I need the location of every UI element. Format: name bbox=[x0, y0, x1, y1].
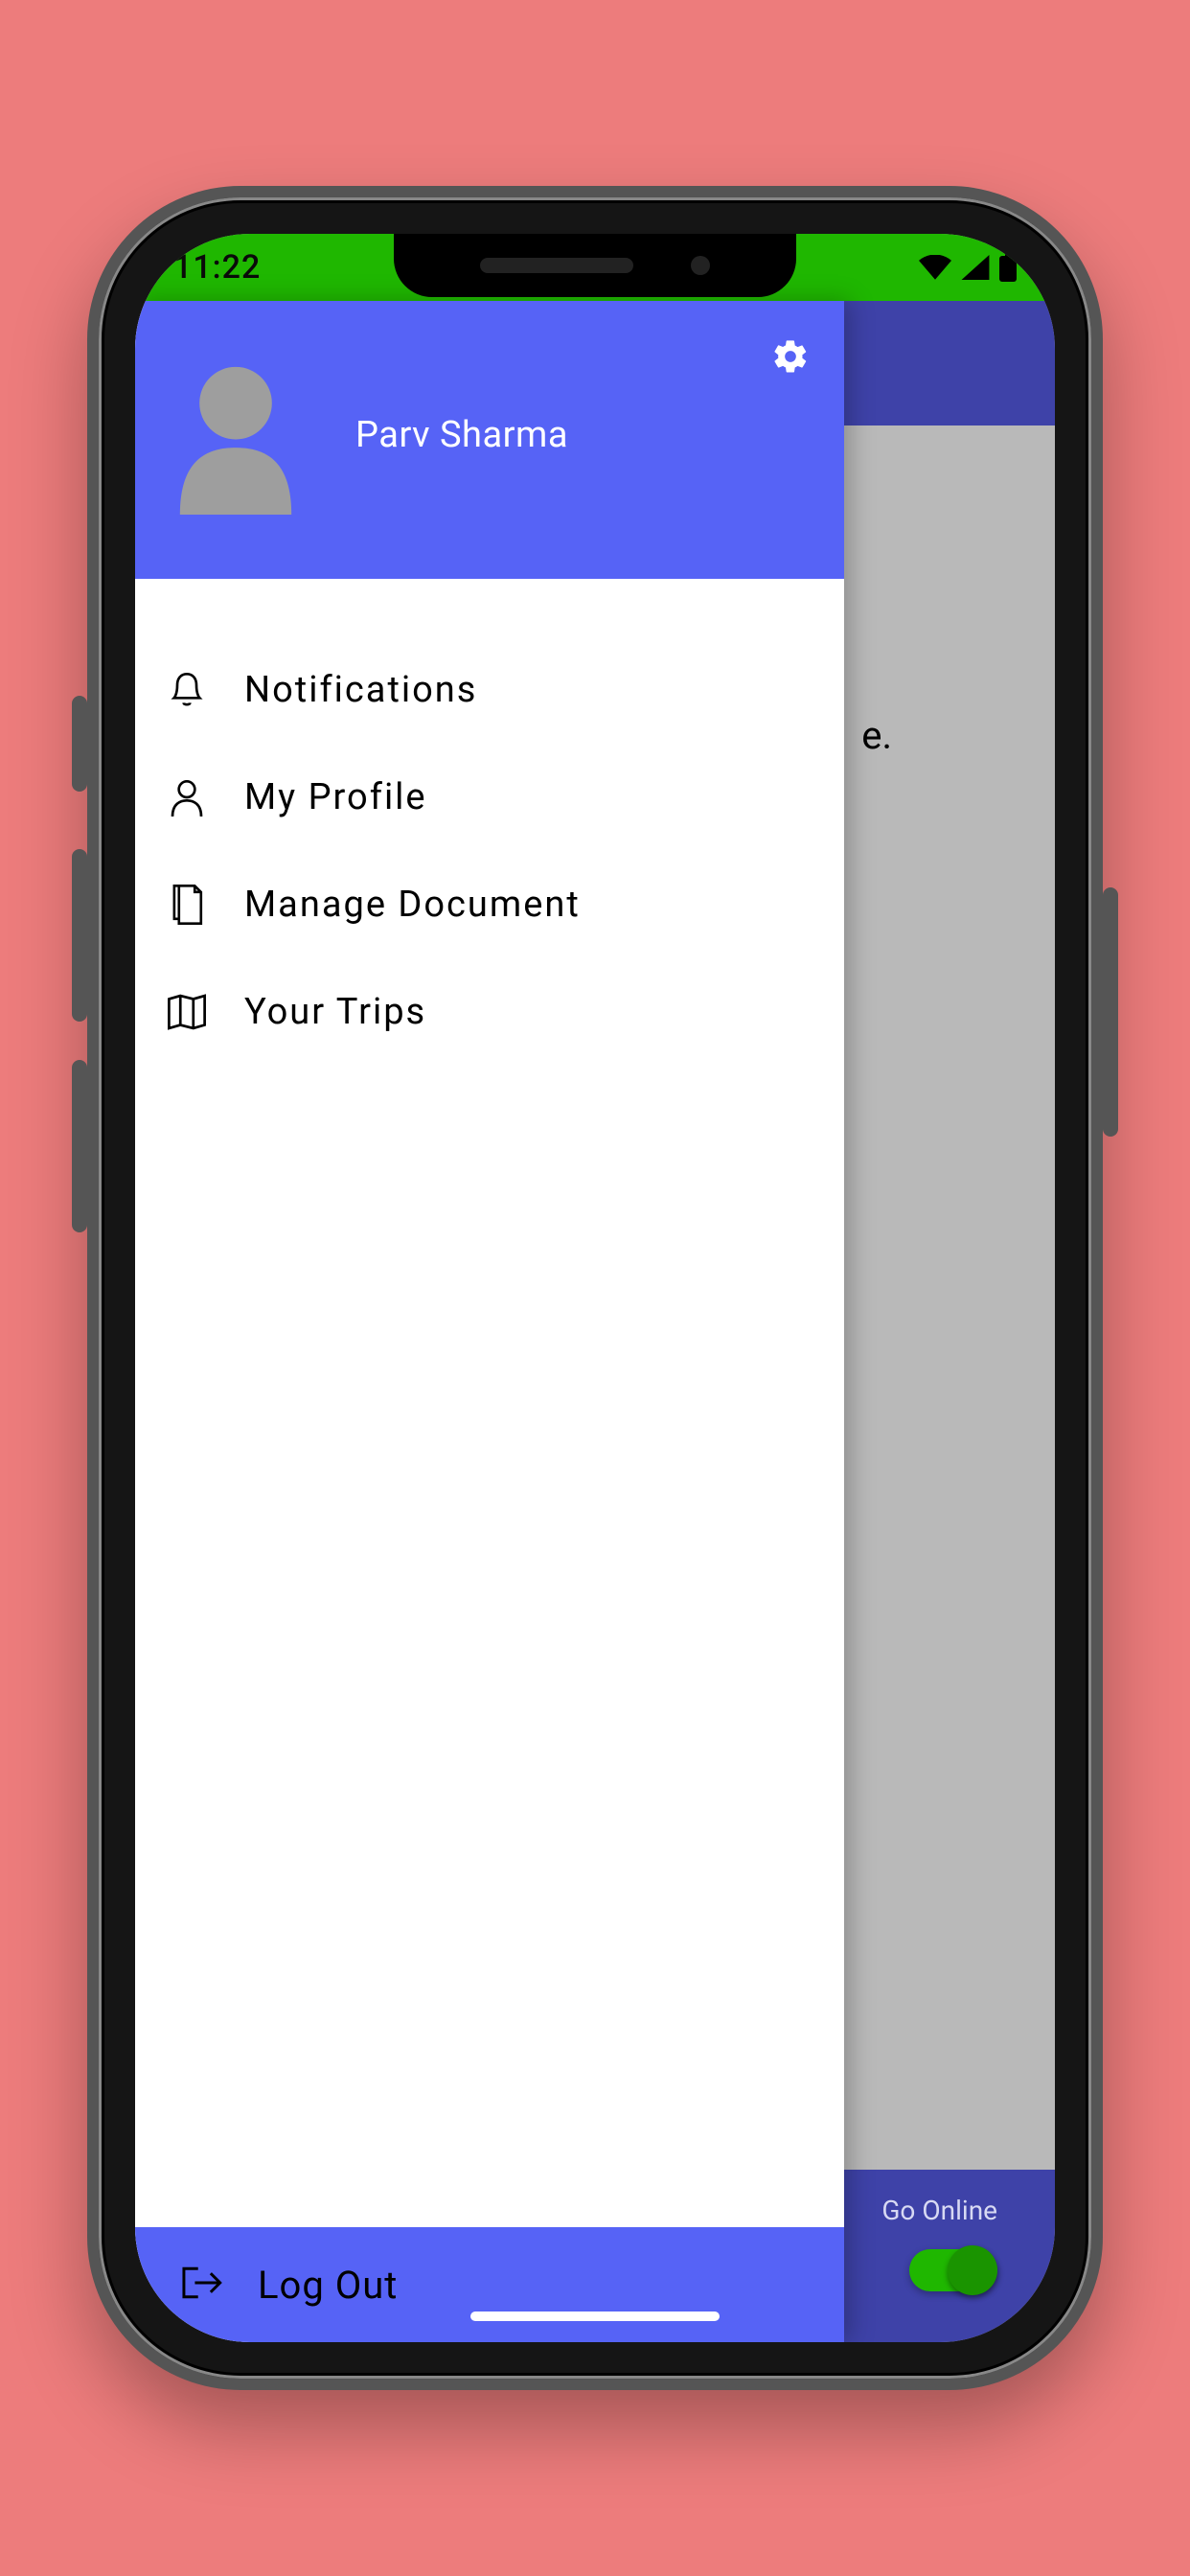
go-online-label: Go Online bbox=[881, 2195, 997, 2226]
logout-icon bbox=[179, 2264, 223, 2306]
avatar-icon bbox=[164, 361, 308, 518]
status-icons bbox=[919, 253, 1017, 282]
menu-your-trips[interactable]: Your Trips bbox=[164, 958, 844, 1066]
phone-button-vol-up bbox=[72, 849, 87, 1022]
logout-label: Log Out bbox=[258, 2263, 398, 2308]
phone-speaker bbox=[480, 258, 633, 273]
home-indicator[interactable] bbox=[470, 2312, 720, 2321]
background-partial-text: e. bbox=[861, 713, 892, 758]
menu-label: Manage Document bbox=[244, 884, 581, 926]
signal-icon bbox=[961, 255, 990, 280]
gear-icon bbox=[771, 337, 810, 376]
wifi-icon bbox=[919, 255, 951, 280]
settings-button[interactable] bbox=[769, 335, 812, 378]
map-icon bbox=[164, 989, 210, 1035]
user-name: Parv Sharma bbox=[355, 414, 568, 456]
person-icon bbox=[164, 774, 210, 820]
battery-icon bbox=[999, 253, 1017, 282]
drawer-header: Parv Sharma bbox=[135, 301, 844, 579]
phone-frame: 11:22 e. Go Online bbox=[87, 186, 1103, 2390]
status-time: 11:22 bbox=[173, 248, 261, 287]
phone-camera bbox=[691, 256, 710, 275]
phone-notch bbox=[394, 234, 796, 297]
page-background: 11:22 e. Go Online bbox=[0, 0, 1190, 2576]
menu-label: Notifications bbox=[244, 669, 477, 711]
menu-my-profile[interactable]: My Profile bbox=[164, 744, 844, 851]
toggle-knob bbox=[948, 2245, 997, 2295]
phone-button-mute bbox=[72, 696, 87, 792]
drawer-menu: Notifications My Profile bbox=[135, 579, 844, 2227]
bell-icon bbox=[164, 667, 210, 713]
phone-button-vol-down bbox=[72, 1060, 87, 1232]
menu-label: Your Trips bbox=[244, 991, 426, 1033]
navigation-drawer: Parv Sharma bbox=[135, 301, 844, 2342]
menu-notifications[interactable]: Notifications bbox=[164, 636, 844, 744]
phone-button-power bbox=[1103, 887, 1118, 1137]
go-online-toggle[interactable] bbox=[909, 2249, 997, 2291]
phone-screen: 11:22 e. Go Online bbox=[135, 234, 1055, 2342]
menu-label: My Profile bbox=[244, 776, 427, 818]
logout-button[interactable]: Log Out bbox=[135, 2227, 844, 2342]
menu-manage-document[interactable]: Manage Document bbox=[164, 851, 844, 958]
document-icon bbox=[164, 882, 210, 928]
